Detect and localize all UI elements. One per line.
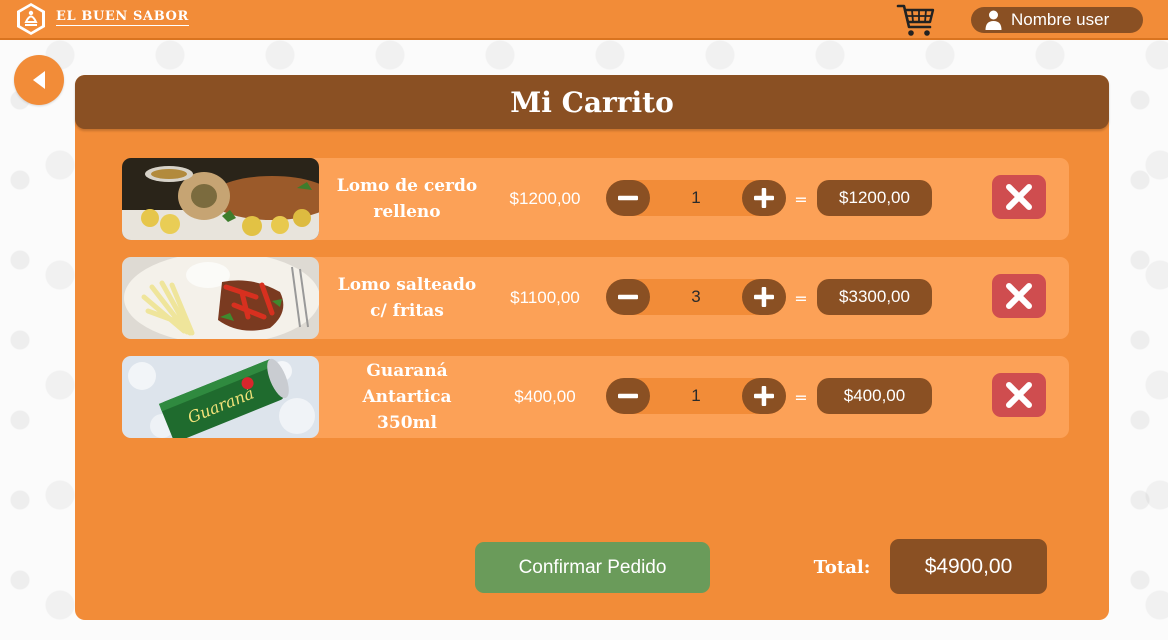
chef-hat-icon[interactable]: [14, 2, 48, 36]
top-bar: EL BUEN SABOR Nombre user: [0, 0, 1168, 40]
user-name: Nombre user: [1011, 10, 1110, 29]
increase-quantity-button[interactable]: [742, 378, 786, 414]
equals-sign: =: [794, 288, 808, 308]
plus-icon: [754, 386, 774, 406]
item-price: $400,00: [514, 387, 576, 406]
guarana-can-photo: Guaraná: [122, 356, 319, 438]
panel-header: Mi Carrito: [75, 75, 1109, 129]
quantity-value: 1: [691, 386, 701, 405]
decrease-quantity-button[interactable]: [606, 279, 650, 315]
quantity-value: 1: [691, 188, 701, 207]
stuffed-pork-loin-photo: [122, 158, 319, 240]
item-price: $1100,00: [510, 288, 580, 307]
item-name: Lomo salteado c/ fritas: [337, 275, 477, 321]
total-value: $4900,00: [890, 539, 1047, 594]
user-menu[interactable]: Nombre user: [971, 7, 1143, 33]
quantity-stepper: 3: [606, 279, 786, 315]
remove-item-button[interactable]: [992, 274, 1046, 318]
back-arrow-icon: [33, 71, 45, 89]
close-icon: [1006, 184, 1032, 210]
cart-item: Lomo de cerdo relleno $1200,00 1 = $1200…: [122, 158, 1069, 240]
user-icon: [985, 10, 1002, 30]
plus-icon: [754, 188, 774, 208]
plus-icon: [754, 287, 774, 307]
remove-item-button[interactable]: [992, 175, 1046, 219]
item-name: Guaraná Antartica 350ml: [362, 361, 452, 433]
cart-item: Guaraná Guaraná Antartica 350ml $400,00 …: [122, 356, 1069, 438]
minus-icon: [618, 294, 638, 300]
total-label: Total:: [813, 557, 871, 578]
close-icon: [1006, 283, 1032, 309]
confirm-order-button[interactable]: Confirmar Pedido: [475, 542, 710, 593]
brand-name: EL BUEN SABOR: [56, 9, 189, 26]
item-subtotal: $3300,00: [817, 279, 932, 315]
increase-quantity-button[interactable]: [742, 180, 786, 216]
quantity-value: 3: [691, 287, 701, 306]
decrease-quantity-button[interactable]: [606, 378, 650, 414]
item-subtotal: $400,00: [817, 378, 932, 414]
shopping-cart-icon[interactable]: [896, 2, 936, 38]
lomo-salteado-photo: [122, 257, 319, 339]
item-subtotal: $1200,00: [817, 180, 932, 216]
page-title: Mi Carrito: [510, 85, 674, 119]
decrease-quantity-button[interactable]: [606, 180, 650, 216]
item-name: Lomo de cerdo relleno: [336, 176, 478, 222]
remove-item-button[interactable]: [992, 373, 1046, 417]
equals-sign: =: [794, 189, 808, 209]
minus-icon: [618, 195, 638, 201]
close-icon: [1006, 382, 1032, 408]
quantity-stepper: 1: [606, 180, 786, 216]
equals-sign: =: [794, 387, 808, 407]
increase-quantity-button[interactable]: [742, 279, 786, 315]
minus-icon: [618, 393, 638, 399]
back-button[interactable]: [14, 55, 64, 105]
cart-panel: Mi Carrito Lomo de cerdo relleno $1200,0…: [75, 75, 1109, 620]
item-price: $1200,00: [509, 189, 581, 208]
cart-item: Lomo salteado c/ fritas $1100,00 3 = $33…: [122, 257, 1069, 339]
quantity-stepper: 1: [606, 378, 786, 414]
